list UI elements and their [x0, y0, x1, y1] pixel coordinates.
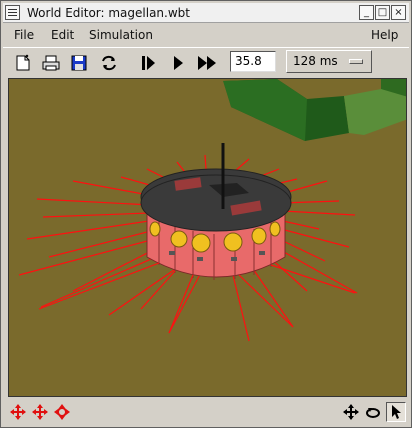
- fast-forward-icon[interactable]: [195, 52, 219, 74]
- maximize-button[interactable]: □: [375, 5, 390, 20]
- option-menu-indicator-icon: [349, 59, 363, 64]
- menu-simulation[interactable]: Simulation: [89, 27, 153, 43]
- translate-view-icon[interactable]: [341, 402, 361, 422]
- close-button[interactable]: ×: [391, 5, 406, 20]
- print-icon[interactable]: [39, 52, 63, 74]
- 3d-viewport[interactable]: [8, 78, 407, 397]
- menu-file[interactable]: File: [14, 27, 34, 43]
- select-pointer-icon[interactable]: [386, 402, 406, 422]
- minimize-button[interactable]: _: [359, 5, 374, 20]
- move-x-icon[interactable]: [8, 402, 28, 422]
- save-icon[interactable]: [67, 52, 91, 74]
- title-bar[interactable]: World Editor: magellan.wbt _ □ ×: [3, 3, 409, 23]
- simulation-time-field[interactable]: 35.8: [230, 51, 276, 72]
- time-step-select[interactable]: 128 ms: [286, 50, 372, 73]
- menu-edit[interactable]: Edit: [51, 27, 74, 43]
- move-z-icon[interactable]: [52, 402, 72, 422]
- scene-view[interactable]: [9, 79, 407, 397]
- menu-bar: File Edit Simulation Help: [3, 24, 409, 46]
- window-title: World Editor: magellan.wbt: [27, 6, 190, 20]
- new-file-icon[interactable]: [11, 52, 35, 74]
- menu-help[interactable]: Help: [371, 27, 398, 43]
- world-editor-window: World Editor: magellan.wbt _ □ × File Ed…: [0, 0, 412, 428]
- step-icon[interactable]: [136, 52, 160, 74]
- time-step-value: 128 ms: [293, 54, 338, 68]
- move-y-icon[interactable]: [30, 402, 50, 422]
- rotate-view-icon[interactable]: [363, 402, 383, 422]
- play-icon[interactable]: [166, 52, 190, 74]
- window-menu-icon[interactable]: [5, 5, 20, 20]
- status-bar: [3, 399, 409, 425]
- reload-icon[interactable]: [97, 52, 121, 74]
